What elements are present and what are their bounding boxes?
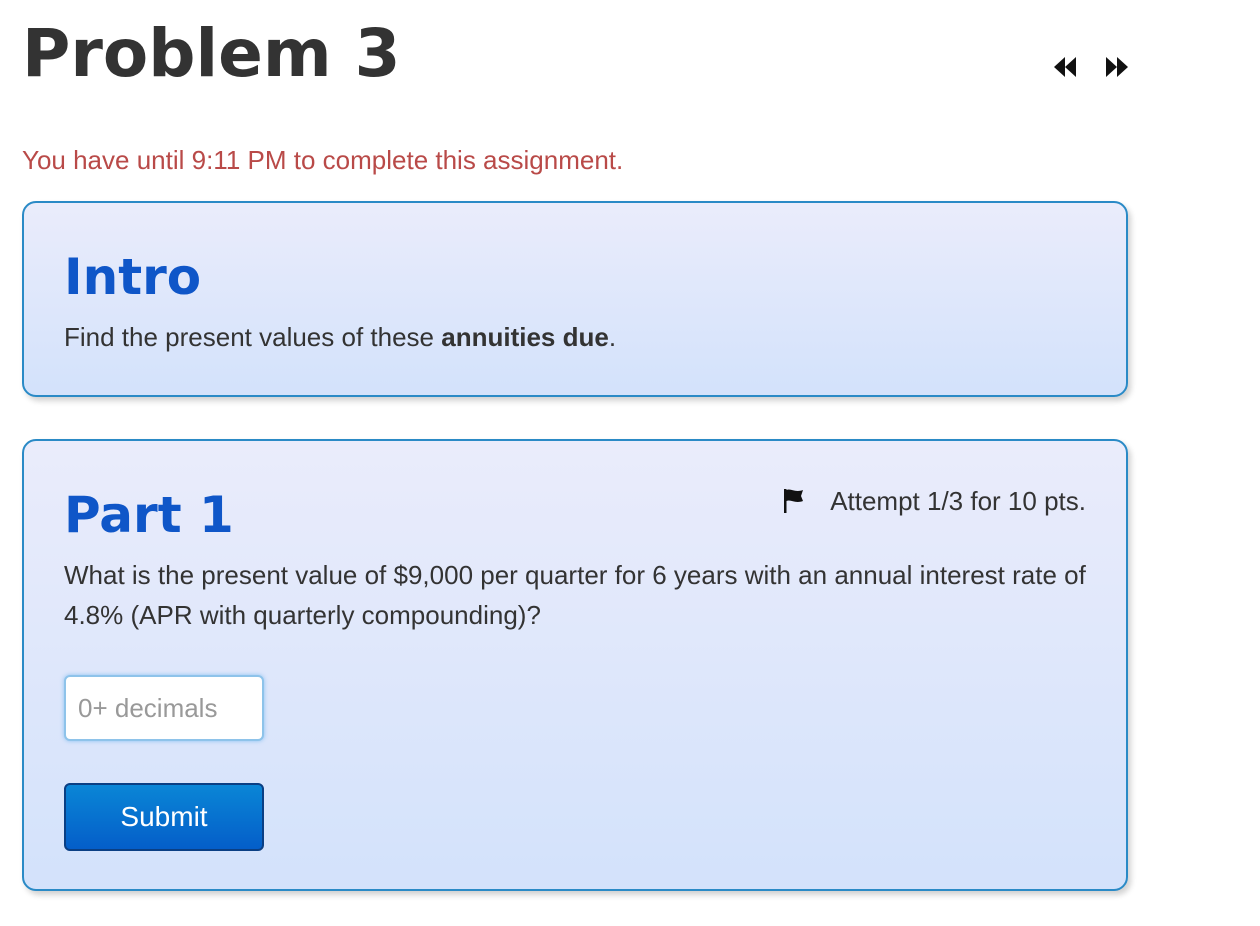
intro-heading: Intro xyxy=(64,248,202,306)
intro-text-end: . xyxy=(608,322,617,352)
part-1-heading: Part 1 xyxy=(64,486,234,544)
answer-input[interactable] xyxy=(64,675,264,741)
next-problem-icon[interactable] xyxy=(1104,55,1130,79)
flag-icon[interactable] xyxy=(782,487,806,515)
submit-button[interactable]: Submit xyxy=(64,783,264,851)
intro-text-bold: annuities due xyxy=(441,322,609,352)
problem-page: Problem 3 You have until 9:11 PM to comp… xyxy=(0,0,1260,926)
intro-card: Intro Find the present values of these a… xyxy=(22,201,1128,397)
previous-problem-icon[interactable] xyxy=(1052,55,1078,79)
intro-text-start: Find the present values of these xyxy=(64,322,442,352)
attempt-info: Attempt 1/3 for 10 pts. xyxy=(782,483,1086,519)
deadline-notice: You have until 9:11 PM to complete this … xyxy=(22,145,624,175)
problem-navigation xyxy=(1052,55,1130,79)
intro-text: Find the present values of these annuiti… xyxy=(64,317,616,357)
part-1-card: Part 1 Attempt 1/3 for 10 pts. What is t… xyxy=(22,439,1128,891)
question-text: What is the present value of $9,000 per … xyxy=(64,560,1086,630)
attempt-label: Attempt 1/3 for 10 pts. xyxy=(830,486,1086,516)
page-title: Problem 3 xyxy=(22,15,401,92)
